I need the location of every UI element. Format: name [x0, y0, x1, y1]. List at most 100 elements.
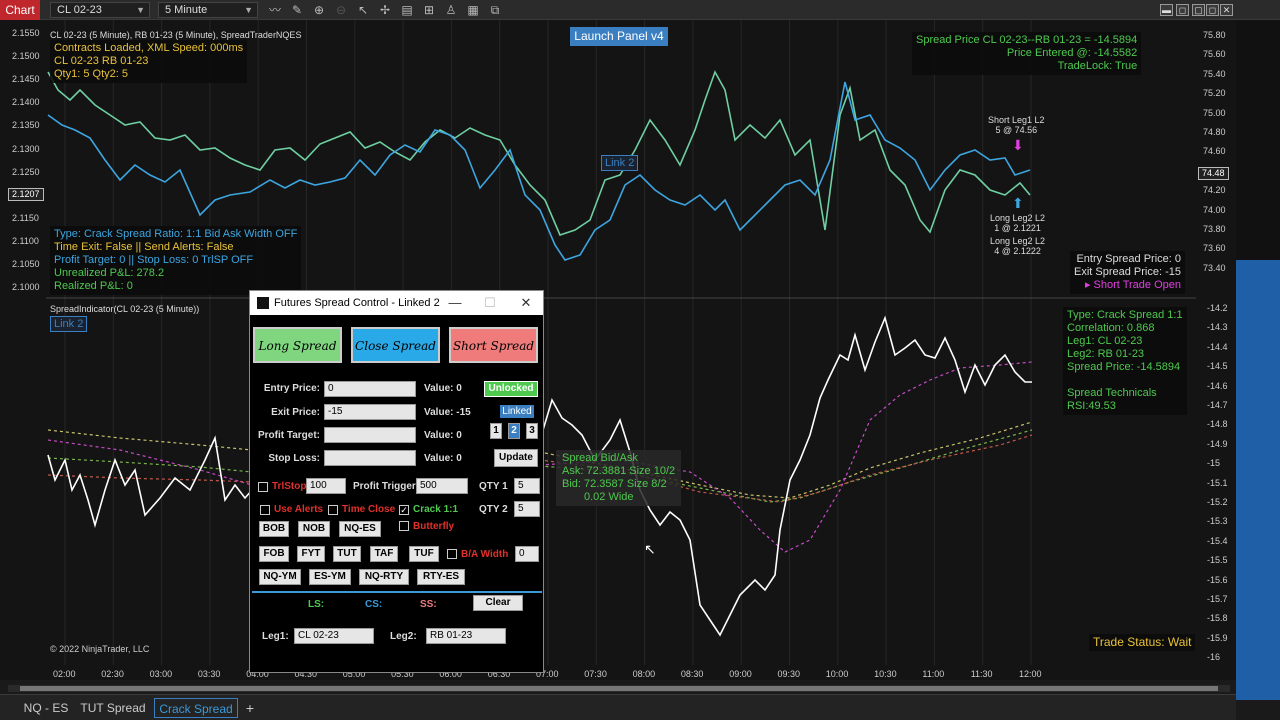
- instrument-selector[interactable]: CL 02-23 ▼: [50, 2, 150, 18]
- exit-price-input[interactable]: -15: [324, 404, 416, 420]
- trlstop-checkbox[interactable]: [258, 482, 268, 492]
- time-axis-tick: 03:30: [197, 669, 221, 679]
- data-box-icon[interactable]: ▤: [398, 2, 416, 18]
- long-leg-title: Long Leg2 L2: [990, 213, 1046, 223]
- time-axis-tick: 09:30: [777, 669, 801, 679]
- strategies-icon[interactable]: ♙: [442, 2, 460, 18]
- pointer-icon[interactable]: ↖: [354, 2, 372, 18]
- left-axis-tick: 2.1500: [12, 51, 40, 62]
- futures-spread-control-dialog: Futures Spread Control - Linked 2 — ☐ ✕ …: [249, 290, 544, 673]
- trade-status: Trade Status: Wait: [1089, 634, 1196, 651]
- nq-es-button[interactable]: NQ-ES: [339, 521, 381, 537]
- tuf-button[interactable]: TUF: [409, 546, 439, 562]
- scrollbar-thumb[interactable]: [20, 686, 1218, 691]
- link-badge-top[interactable]: Link 2: [601, 155, 639, 171]
- close-icon[interactable]: ✕: [516, 291, 536, 315]
- status-info: Type: Crack Spread Ratio: 1:1 Bid Ask Wi…: [50, 226, 302, 295]
- chevron-down-icon: ▼: [244, 5, 253, 15]
- crosshair-icon[interactable]: ✢: [376, 2, 394, 18]
- right-current-price: 74.48: [1198, 167, 1229, 180]
- right-axis-tick: -14.5: [1207, 361, 1228, 372]
- templates-icon[interactable]: ⧉: [486, 2, 504, 18]
- rty-es-button[interactable]: RTY-ES: [417, 569, 465, 585]
- taf-button[interactable]: TAF: [370, 546, 398, 562]
- horizontal-scrollbar[interactable]: [8, 685, 1230, 692]
- stop-loss-input[interactable]: [324, 450, 416, 466]
- tut-button[interactable]: TUT: [333, 546, 361, 562]
- fob-button[interactable]: FOB: [259, 546, 289, 562]
- profit-trigger-input[interactable]: 500: [416, 478, 468, 494]
- nq-rty-button[interactable]: NQ-RTY: [359, 569, 409, 585]
- chart-svg: ⬇ ⬆: [46, 20, 1196, 665]
- link-badge-bottom[interactable]: Link 2: [50, 316, 88, 332]
- zoom-in-icon[interactable]: ⊕: [310, 2, 328, 18]
- leg1-input[interactable]: CL 02-23: [294, 628, 374, 644]
- long-spread-button[interactable]: Long Spread: [253, 327, 342, 363]
- close-window-button[interactable]: ✕: [1220, 4, 1233, 16]
- nq-ym-button[interactable]: NQ-YM: [259, 569, 301, 585]
- left-axis-tick: 2.1250: [12, 166, 40, 177]
- profit-target-line: Profit Target: 0 || Stop Loss: 0 TrlSP O…: [54, 254, 254, 266]
- fyt-button[interactable]: FYT: [297, 546, 325, 562]
- ba-width-checkbox[interactable]: [447, 549, 457, 559]
- stop-loss-label: Stop Loss:: [268, 453, 320, 464]
- restore-button[interactable]: ◻: [1176, 4, 1189, 16]
- time-axis-tick: 03:00: [149, 669, 173, 679]
- chart-area[interactable]: ⬇ ⬆ CL 02-23 (5 Minute), RB 01-23 (5 Min…: [0, 20, 1236, 680]
- time-close-checkbox[interactable]: [328, 505, 338, 515]
- minimize-icon[interactable]: —: [445, 291, 465, 315]
- nob-button[interactable]: NOB: [298, 521, 330, 537]
- zoom-out-icon[interactable]: ⊖: [332, 2, 350, 18]
- leg2-input[interactable]: RB 01-23: [426, 628, 506, 644]
- right-axis-tick: -14.2: [1207, 303, 1228, 313]
- butterfly-checkbox[interactable]: [399, 521, 409, 531]
- linked-button[interactable]: Linked: [500, 405, 534, 418]
- time-close-label: Time Close: [342, 504, 396, 515]
- right-axis-tick: 74.80: [1203, 127, 1226, 137]
- short-trade-open: ▸ Short Trade Open: [1084, 279, 1181, 291]
- time-axis-tick: 11:30: [970, 669, 993, 679]
- properties-icon[interactable]: ▦: [464, 2, 482, 18]
- spread-technicals: Spread Technicals: [1067, 387, 1157, 399]
- right-axis-tick: -14.8: [1207, 419, 1228, 430]
- use-alerts-checkbox[interactable]: [260, 505, 270, 515]
- launch-panel-button[interactable]: Launch Panel v4: [570, 27, 668, 46]
- close-spread-button[interactable]: Close Spread: [351, 327, 440, 363]
- entry-price-input[interactable]: 0: [324, 381, 416, 397]
- tab-nq-es[interactable]: NQ - ES: [20, 698, 72, 718]
- draw-icon[interactable]: ✎: [288, 2, 306, 18]
- unlocked-button[interactable]: Unlocked: [484, 381, 538, 397]
- link-1-button[interactable]: 1: [490, 423, 502, 439]
- tab-crack-spread[interactable]: Crack Spread: [154, 698, 238, 718]
- right-axis-tick: 75.80: [1203, 30, 1226, 40]
- ba-width-input[interactable]: 0: [515, 546, 539, 562]
- link-2-button[interactable]: 2: [508, 423, 520, 439]
- interval-selector[interactable]: 5 Minute ▼: [158, 2, 258, 18]
- entry-price-label: Entry Price:: [263, 383, 320, 394]
- qty1-input[interactable]: 5: [514, 478, 540, 494]
- maximize-alt-button[interactable]: ◻: [1206, 4, 1219, 16]
- bob-button[interactable]: BOB: [259, 521, 289, 537]
- right-axis-tick: -16: [1207, 652, 1221, 663]
- right-axis-tick: -15.1: [1207, 477, 1228, 488]
- use-alerts-label: Use Alerts: [274, 504, 324, 515]
- add-tab-button[interactable]: +: [242, 698, 258, 718]
- maximize-button[interactable]: ▢: [1192, 4, 1205, 16]
- short-spread-button[interactable]: Short Spread: [449, 327, 538, 363]
- qty1-label: QTY 1: [479, 481, 508, 492]
- trlstop-input[interactable]: 100: [306, 478, 346, 494]
- chart-tab[interactable]: Chart: [0, 0, 40, 20]
- indicators-icon[interactable]: ⊞: [420, 2, 438, 18]
- line-chart-icon[interactable]: 〰: [266, 2, 284, 18]
- clear-button[interactable]: Clear: [473, 595, 523, 611]
- maximize-icon[interactable]: ☐: [480, 291, 500, 315]
- es-ym-button[interactable]: ES-YM: [309, 569, 351, 585]
- minimize-button[interactable]: ▬: [1160, 4, 1173, 16]
- link-3-button[interactable]: 3: [526, 423, 538, 439]
- update-button[interactable]: Update: [494, 449, 538, 467]
- profit-target-input[interactable]: [324, 427, 416, 443]
- tab-tut-spread[interactable]: TUT Spread: [80, 698, 146, 718]
- right-axis-tick: -15.4: [1207, 535, 1228, 546]
- qty2-input[interactable]: 5: [514, 501, 540, 517]
- crack-checkbox[interactable]: ✓: [399, 505, 409, 515]
